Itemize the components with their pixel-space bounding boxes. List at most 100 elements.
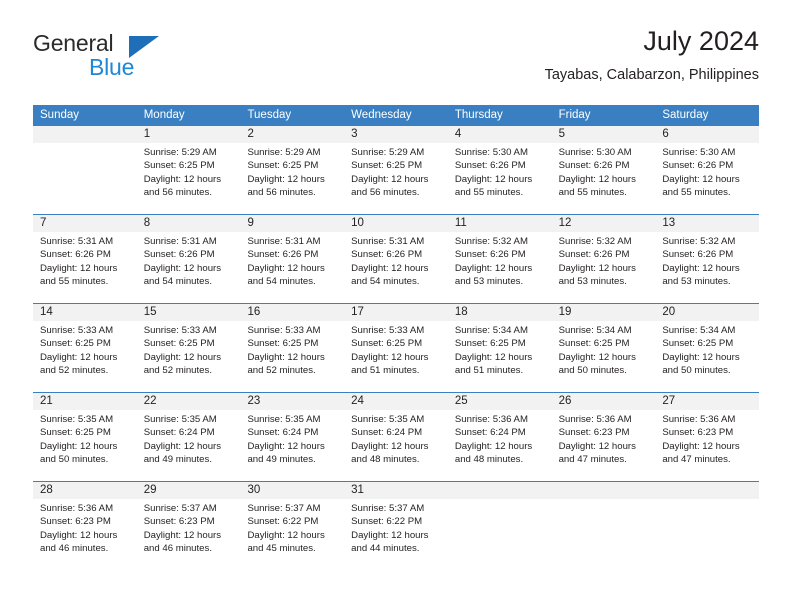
day-number[interactable] <box>33 126 137 143</box>
day-number[interactable]: 6 <box>655 126 759 143</box>
day-cell[interactable]: Sunrise: 5:31 AM Sunset: 6:26 PM Dayligh… <box>240 232 344 303</box>
day-number[interactable]: 23 <box>240 393 344 410</box>
day-cell[interactable]: Sunrise: 5:34 AM Sunset: 6:25 PM Dayligh… <box>448 321 552 392</box>
daylight-text-line2: and 52 minutes. <box>143 364 212 376</box>
day-number[interactable]: 21 <box>33 393 137 410</box>
daylight-text-line1: Daylight: 12 hours <box>558 173 636 185</box>
day-number[interactable]: 13 <box>655 215 759 232</box>
day-number[interactable]: 25 <box>448 393 552 410</box>
daylight-text-line2: and 50 minutes. <box>40 453 109 465</box>
day-cell[interactable]: Sunrise: 5:29 AM Sunset: 6:25 PM Dayligh… <box>344 143 448 214</box>
day-cell[interactable]: Sunrise: 5:29 AM Sunset: 6:25 PM Dayligh… <box>240 143 344 214</box>
week-body: Sunrise: 5:33 AM Sunset: 6:25 PM Dayligh… <box>33 321 759 392</box>
day-number[interactable]: 24 <box>344 393 448 410</box>
day-cell[interactable]: Sunrise: 5:36 AM Sunset: 6:23 PM Dayligh… <box>33 499 137 570</box>
daylight-text-line1: Daylight: 12 hours <box>143 529 222 541</box>
week-body: Sunrise: 5:36 AM Sunset: 6:23 PM Dayligh… <box>33 499 759 570</box>
day-cell[interactable]: Sunrise: 5:36 AM Sunset: 6:23 PM Dayligh… <box>655 410 759 481</box>
day-number[interactable]: 3 <box>344 126 448 143</box>
day-number[interactable]: 30 <box>240 482 344 499</box>
day-cell[interactable] <box>448 499 552 570</box>
day-number[interactable]: 29 <box>137 482 241 499</box>
daylight-text-line1: Daylight: 12 hours <box>454 351 533 363</box>
day-number[interactable]: 11 <box>448 215 552 232</box>
sunset-text: Sunset: 6:25 PM <box>454 338 526 350</box>
day-cell[interactable]: Sunrise: 5:33 AM Sunset: 6:25 PM Dayligh… <box>344 321 448 392</box>
daylight-text-line1: Daylight: 12 hours <box>247 173 325 185</box>
logo-text-blue: Blue <box>89 54 135 80</box>
daylight-text-line2: and 53 minutes. <box>558 275 627 287</box>
sunrise-text: Sunrise: 5:29 AM <box>143 147 217 158</box>
day-cell[interactable]: Sunrise: 5:34 AM Sunset: 6:25 PM Dayligh… <box>552 321 656 392</box>
day-cell[interactable]: Sunrise: 5:32 AM Sunset: 6:26 PM Dayligh… <box>552 232 656 303</box>
daylight-text-line2: and 46 minutes. <box>40 542 109 554</box>
day-cell[interactable] <box>33 143 137 214</box>
weekday-header-wednesday: Wednesday <box>351 109 412 121</box>
sunrise-text: Sunrise: 5:34 AM <box>454 325 528 336</box>
week-daynumber-band: 21 22 23 24 25 26 27 <box>33 393 759 410</box>
day-cell[interactable]: Sunrise: 5:34 AM Sunset: 6:25 PM Dayligh… <box>655 321 759 392</box>
day-number[interactable]: 26 <box>552 393 656 410</box>
day-cell[interactable] <box>552 499 656 570</box>
day-cell[interactable]: Sunrise: 5:31 AM Sunset: 6:26 PM Dayligh… <box>344 232 448 303</box>
day-number[interactable]: 17 <box>344 304 448 321</box>
day-cell[interactable] <box>655 499 759 570</box>
day-number[interactable] <box>448 482 552 499</box>
day-cell[interactable]: Sunrise: 5:35 AM Sunset: 6:25 PM Dayligh… <box>33 410 137 481</box>
day-number[interactable]: 18 <box>448 304 552 321</box>
day-cell[interactable]: Sunrise: 5:32 AM Sunset: 6:26 PM Dayligh… <box>655 232 759 303</box>
day-number[interactable]: 27 <box>655 393 759 410</box>
week-body: Sunrise: 5:31 AM Sunset: 6:26 PM Dayligh… <box>33 232 759 303</box>
day-number[interactable]: 8 <box>137 215 241 232</box>
day-cell[interactable]: Sunrise: 5:31 AM Sunset: 6:26 PM Dayligh… <box>137 232 241 303</box>
day-number[interactable]: 14 <box>33 304 137 321</box>
day-number[interactable]: 31 <box>344 482 448 499</box>
sunset-text: Sunset: 6:26 PM <box>558 249 630 261</box>
sunset-text: Sunset: 6:26 PM <box>662 249 734 261</box>
day-cell[interactable]: Sunrise: 5:37 AM Sunset: 6:22 PM Dayligh… <box>344 499 448 570</box>
sunset-text: Sunset: 6:25 PM <box>351 338 423 350</box>
sunset-text: Sunset: 6:26 PM <box>454 160 526 172</box>
day-number[interactable] <box>552 482 656 499</box>
day-number[interactable]: 28 <box>33 482 137 499</box>
day-cell[interactable]: Sunrise: 5:37 AM Sunset: 6:22 PM Dayligh… <box>240 499 344 570</box>
day-cell[interactable]: Sunrise: 5:35 AM Sunset: 6:24 PM Dayligh… <box>344 410 448 481</box>
daylight-text-line1: Daylight: 12 hours <box>454 173 533 185</box>
day-cell[interactable]: Sunrise: 5:30 AM Sunset: 6:26 PM Dayligh… <box>448 143 552 214</box>
daylight-text-line2: and 50 minutes. <box>558 364 627 376</box>
day-number[interactable]: 20 <box>655 304 759 321</box>
day-cell[interactable]: Sunrise: 5:32 AM Sunset: 6:26 PM Dayligh… <box>448 232 552 303</box>
day-number[interactable]: 12 <box>552 215 656 232</box>
day-cell[interactable]: Sunrise: 5:29 AM Sunset: 6:25 PM Dayligh… <box>137 143 241 214</box>
sunset-text: Sunset: 6:23 PM <box>558 427 630 439</box>
daylight-text-line2: and 55 minutes. <box>558 186 627 198</box>
calendar-week-row: 7 8 9 10 11 12 13 Sunrise: 5:31 AM Sunse… <box>33 214 759 303</box>
day-cell[interactable]: Sunrise: 5:33 AM Sunset: 6:25 PM Dayligh… <box>137 321 241 392</box>
day-number[interactable]: 7 <box>33 215 137 232</box>
day-cell[interactable]: Sunrise: 5:30 AM Sunset: 6:26 PM Dayligh… <box>552 143 656 214</box>
day-cell[interactable]: Sunrise: 5:33 AM Sunset: 6:25 PM Dayligh… <box>240 321 344 392</box>
day-cell[interactable]: Sunrise: 5:35 AM Sunset: 6:24 PM Dayligh… <box>137 410 241 481</box>
day-number[interactable]: 22 <box>137 393 241 410</box>
daylight-text-line1: Daylight: 12 hours <box>40 440 118 452</box>
day-number[interactable]: 10 <box>344 215 448 232</box>
day-number[interactable]: 16 <box>240 304 344 321</box>
day-number[interactable] <box>655 482 759 499</box>
daylight-text-line1: Daylight: 12 hours <box>558 262 636 274</box>
day-cell[interactable]: Sunrise: 5:37 AM Sunset: 6:23 PM Dayligh… <box>137 499 241 570</box>
day-cell[interactable]: Sunrise: 5:31 AM Sunset: 6:26 PM Dayligh… <box>33 232 137 303</box>
day-cell[interactable]: Sunrise: 5:35 AM Sunset: 6:24 PM Dayligh… <box>240 410 344 481</box>
day-number[interactable]: 15 <box>137 304 241 321</box>
day-cell[interactable]: Sunrise: 5:33 AM Sunset: 6:25 PM Dayligh… <box>33 321 137 392</box>
day-cell[interactable]: Sunrise: 5:36 AM Sunset: 6:23 PM Dayligh… <box>552 410 656 481</box>
sunset-text: Sunset: 6:24 PM <box>247 427 319 439</box>
day-number[interactable]: 5 <box>552 126 656 143</box>
day-number[interactable]: 19 <box>552 304 656 321</box>
generalblue-logo[interactable]: General Blue <box>33 30 213 86</box>
day-number[interactable]: 1 <box>137 126 241 143</box>
day-cell[interactable]: Sunrise: 5:30 AM Sunset: 6:26 PM Dayligh… <box>655 143 759 214</box>
day-number[interactable]: 4 <box>448 126 552 143</box>
day-cell[interactable]: Sunrise: 5:36 AM Sunset: 6:24 PM Dayligh… <box>448 410 552 481</box>
day-number[interactable]: 2 <box>240 126 344 143</box>
day-number[interactable]: 9 <box>240 215 344 232</box>
